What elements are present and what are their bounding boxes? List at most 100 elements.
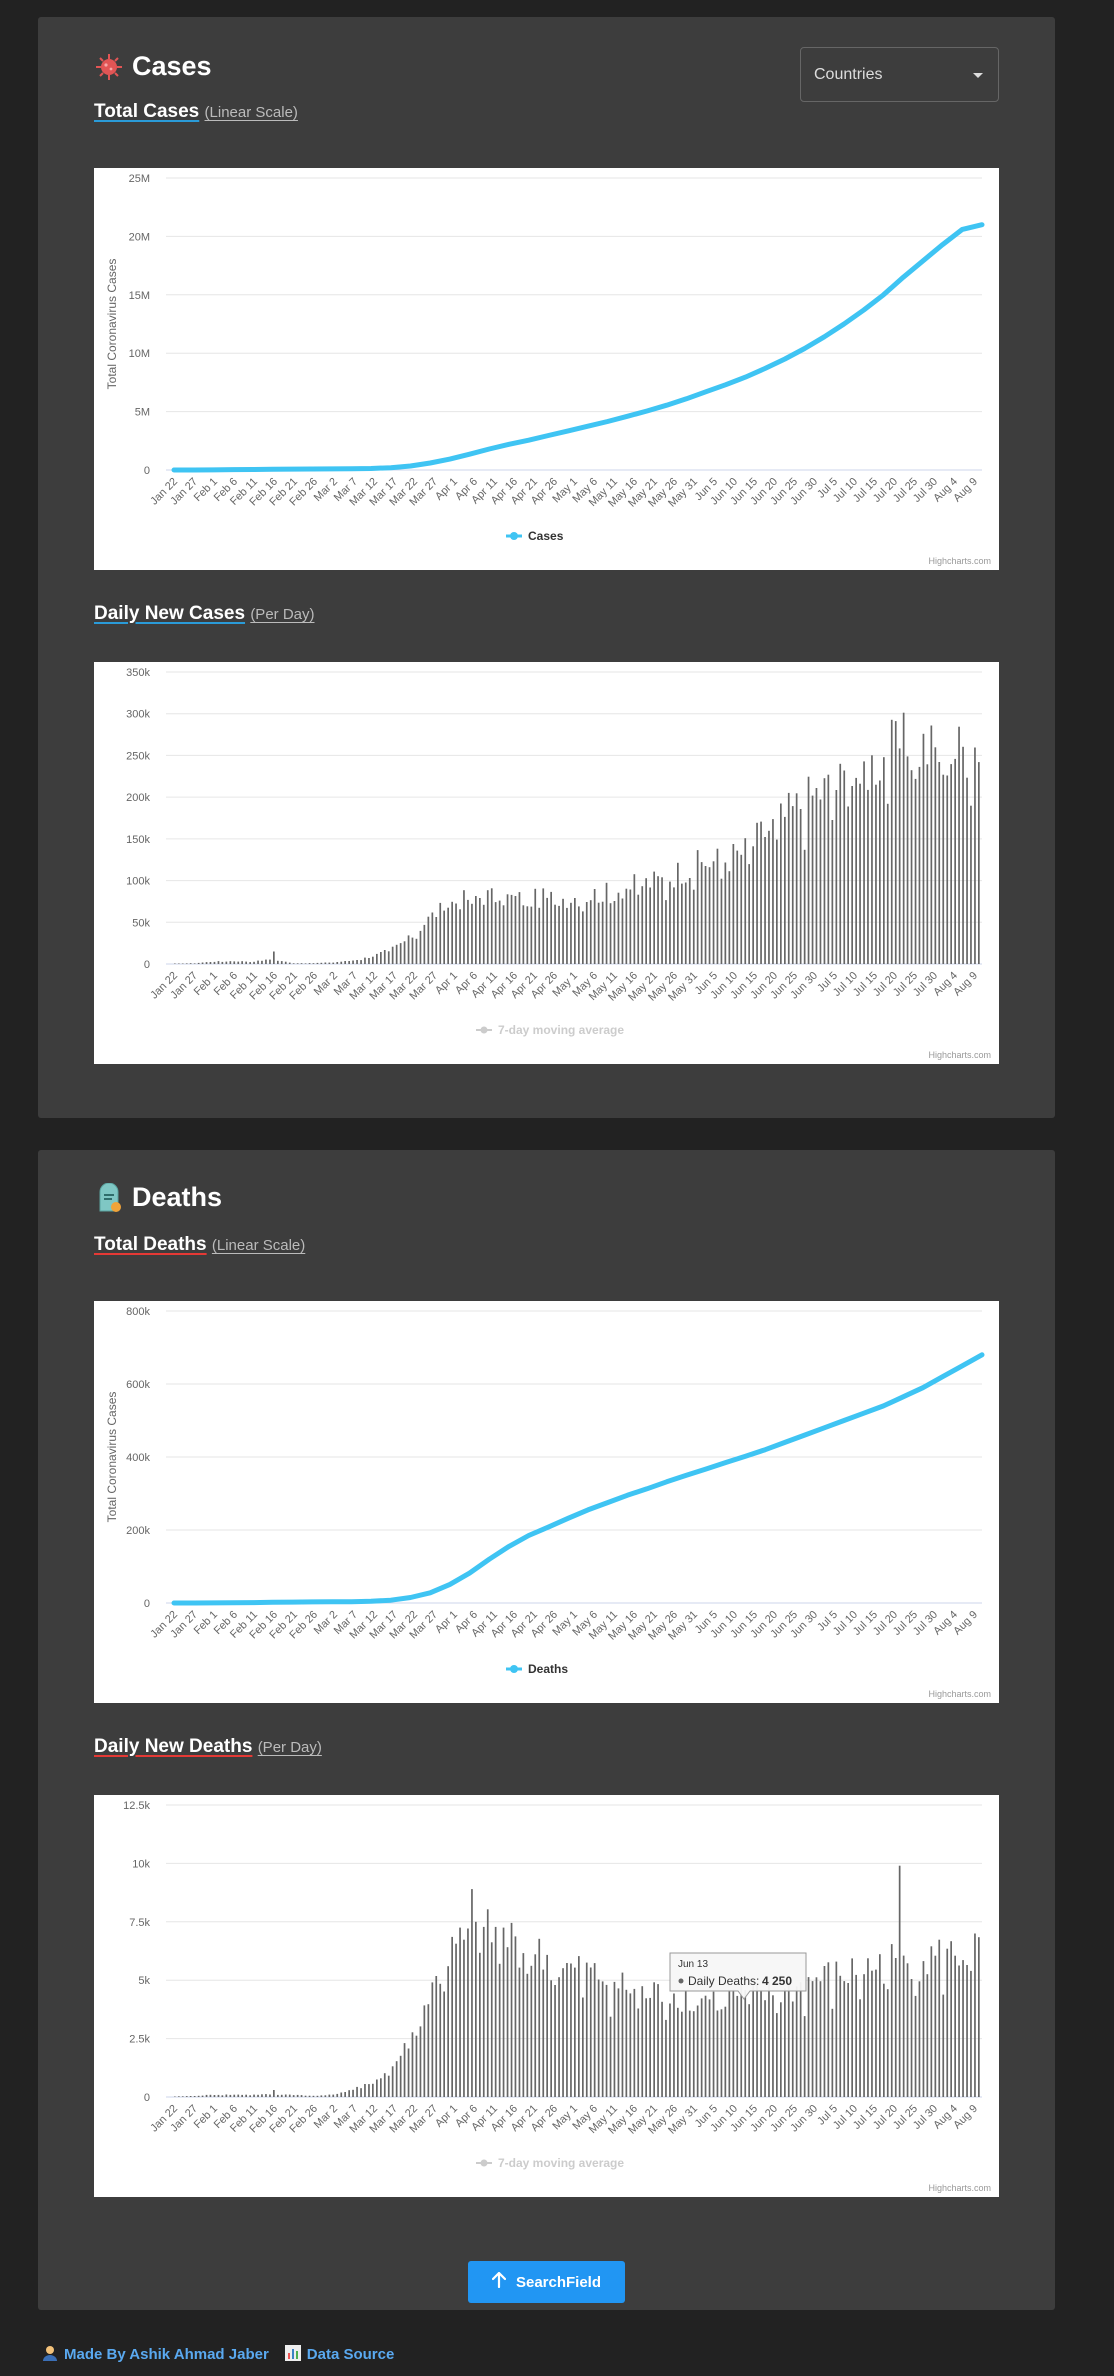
bar [653,871,655,964]
bar [427,2004,430,2097]
bar [684,1990,687,2097]
bar [189,2096,192,2097]
bar [934,1955,937,2097]
bar [221,961,224,964]
x-tick-label: Apr 1 [433,476,460,503]
bar [665,900,667,964]
bar [510,1922,513,2097]
bar [740,1981,743,2097]
bar [601,1981,604,2097]
bar [550,891,552,964]
bar [918,766,921,964]
legend-marker [510,532,518,540]
bar [558,1977,560,2097]
countries-select[interactable]: Countries [800,47,999,102]
bar [566,907,568,964]
bar [930,725,933,964]
bar [494,1926,497,2097]
bar [720,2009,723,2097]
bar [613,1981,616,2097]
bar [756,822,758,964]
bar [463,1939,465,2097]
bar [261,2094,263,2097]
bar [395,944,398,964]
bar [914,1995,917,2097]
bar [811,795,814,964]
bar [835,790,838,964]
bar [427,916,430,964]
y-axis-label: Total Coronavirus Cases [105,259,119,390]
bar [399,943,402,964]
daily-deaths-chart[interactable]: 0 2.5k 5k 7.5k 10k 12.5k Jan 22 Jan 27 Feb 1 Feb … [94,1795,999,2197]
bar [851,786,853,964]
bar [970,1970,972,2097]
bar [336,2093,339,2097]
y-tick-label: 400k [126,1452,150,1464]
bar [451,901,453,964]
bar [661,2001,663,2097]
bar [744,1990,747,2097]
bar [823,778,826,964]
bar [304,2095,307,2097]
tooltip-marker [678,1978,684,1984]
bar [205,962,208,964]
bar [518,892,521,964]
bar [764,2000,766,2097]
bar [950,1941,952,2097]
daily-deaths-scale: (Per Day) [257,1739,322,1756]
bar [799,1982,802,2097]
author-link[interactable]: Made By Ashik Ahmad Jaber [42,2345,269,2364]
bar [522,1953,525,2097]
y-tick-label: 0 [144,959,150,971]
daily-cases-chart[interactable]: 0 50k 100k 150k 200k 250k 300k 350k Jan 22 Jan 27… [94,662,999,1064]
bar [486,1909,489,2097]
bar [807,776,810,964]
bar [910,770,913,964]
y-tick-label: 10M [129,348,150,360]
bar [692,889,695,964]
bar [633,1988,636,2097]
bar [439,1983,442,2097]
bar [383,2073,386,2097]
total-deaths-heading: Total Deaths (Linear Scale) [94,1234,305,1256]
bar [780,2002,782,2097]
bar [510,894,513,964]
bar [423,924,426,964]
bar [296,2094,299,2097]
bar [645,1998,647,2097]
total-cases-chart[interactable]: 0 5M 10M 15M 20M 25M Total Coronavirus Cases Ja… [94,168,999,570]
bar [625,1989,628,2097]
bar [336,962,339,964]
bar [966,1965,968,2097]
bar [546,897,548,964]
bar [902,712,905,964]
bar [423,2005,426,2097]
bar [245,2094,247,2097]
bar [554,904,556,964]
y-tick-label: 2.5k [129,2034,150,2046]
bar [391,946,394,964]
bar [284,961,287,964]
bar [482,904,485,964]
legend-label: 7-day moving average [498,1023,624,1037]
bar [589,900,592,964]
bar [958,1965,960,2097]
total-deaths-chart[interactable]: 0 200k 400k 600k 800k Total Coronavirus Cases… [94,1301,999,1703]
bar [502,905,505,964]
y-tick-label: 0 [144,1598,150,1610]
y-tick-label: 5M [135,407,150,419]
legend-label: 7-day moving average [498,2156,624,2170]
bar [570,1963,572,2097]
y-tick-label: 12.5k [123,1800,150,1812]
bar [562,898,564,964]
cases-card: Cases Countries Total Cases (Linear Scal… [38,17,1055,1118]
bar [328,962,331,964]
y-tick-label: 10k [132,1858,150,1870]
bar [356,960,358,964]
bar [459,1927,461,2097]
bar [851,1958,853,2097]
bar [534,1954,537,2097]
search-field-button[interactable]: SearchField [468,2261,625,2303]
bar [459,909,461,964]
data-source-link[interactable]: Data Source [284,2345,394,2364]
